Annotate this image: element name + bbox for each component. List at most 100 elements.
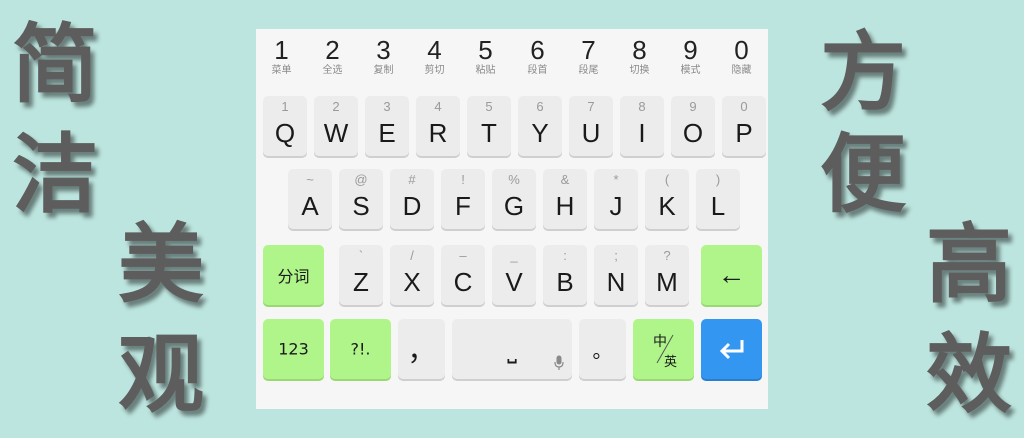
key-hint: ` — [358, 248, 364, 263]
key-t[interactable]: 5T — [467, 96, 511, 156]
space-bar[interactable]: ⎵ — [452, 319, 572, 379]
lang-en-label: 英 — [664, 355, 678, 370]
key-hint: 6 — [536, 99, 544, 114]
key-hint: 3 — [383, 99, 391, 114]
key-j[interactable]: * J — [594, 169, 638, 229]
num-key-8[interactable]: 8 切换 — [614, 35, 665, 89]
key-c[interactable]: – C — [441, 245, 485, 305]
key-hint: / — [410, 248, 414, 263]
key-letter: D — [402, 191, 422, 221]
key-letter: A — [301, 191, 319, 221]
key-q[interactable]: 1Q — [263, 96, 307, 156]
symbols-mode-label: ?!. — [350, 339, 371, 359]
key-z[interactable]: ` Z — [339, 245, 383, 305]
num-digit: 3 — [376, 35, 391, 65]
key-a[interactable]: ~ A — [288, 169, 332, 229]
num-sub-label: 段首 — [527, 65, 548, 76]
key-letter: Y — [531, 118, 549, 148]
key-hint: ; — [614, 248, 618, 263]
num-sub-label: 粘贴 — [475, 65, 496, 76]
side-char-gao: 高 — [926, 215, 1012, 315]
key-i[interactable]: 8I — [620, 96, 664, 156]
key-hint: 0 — [740, 99, 748, 114]
key-g[interactable]: % G — [492, 169, 536, 229]
enter-button[interactable] — [701, 319, 762, 379]
key-n[interactable]: ; N — [594, 245, 638, 305]
key-s[interactable]: @ S — [339, 169, 383, 229]
num-digit: 5 — [478, 35, 493, 65]
num-digit: 8 — [632, 35, 647, 65]
num-digit: 4 — [427, 35, 442, 65]
num-sub-label: 段尾 — [578, 65, 599, 76]
key-letter: J — [609, 191, 623, 221]
key-letter: I — [638, 118, 646, 148]
key-letter: O — [682, 118, 704, 148]
num-sub-label: 切换 — [629, 65, 650, 76]
num-key-2[interactable]: 2 全选 — [307, 35, 358, 89]
key-h[interactable]: & H — [543, 169, 587, 229]
side-char-bian: 便 — [820, 125, 906, 225]
num-key-6[interactable]: 6 段首 — [512, 35, 563, 89]
key-x[interactable]: / X — [390, 245, 434, 305]
num-key-5[interactable]: 5 粘贴 — [460, 35, 511, 89]
num-digit: 0 — [734, 35, 749, 65]
backspace-icon: ← — [717, 259, 746, 290]
key-f[interactable]: ! F — [441, 169, 485, 229]
key-letter: X — [403, 267, 421, 297]
key-e[interactable]: 3E — [365, 96, 409, 156]
num-key-3[interactable]: 3 复制 — [358, 35, 409, 89]
key-p[interactable]: 0P — [722, 96, 766, 156]
key-hint: * — [613, 172, 619, 187]
backspace-button[interactable]: ← — [701, 245, 762, 305]
key-hint: ~ — [306, 172, 314, 187]
key-letter: R — [428, 118, 448, 148]
num-digit: 7 — [581, 35, 596, 65]
key-o[interactable]: 9O — [671, 96, 715, 156]
microphone-icon[interactable] — [554, 355, 564, 371]
key-r[interactable]: 4R — [416, 96, 460, 156]
num-key-0[interactable]: 0 隐藏 — [716, 35, 767, 89]
segment-label: 分词 — [277, 267, 310, 286]
comma-key[interactable]: ， — [398, 319, 445, 379]
num-key-4[interactable]: 4 剪切 — [409, 35, 460, 89]
key-hint: 8 — [638, 99, 646, 114]
num-key-7[interactable]: 7 段尾 — [563, 35, 614, 89]
key-letter: C — [453, 267, 473, 297]
key-letter: V — [505, 267, 523, 297]
key-l[interactable]: ) L — [696, 169, 740, 229]
key-letter: F — [455, 191, 471, 221]
key-hint: ( — [664, 172, 670, 187]
key-hint: 2 — [332, 99, 340, 114]
language-toggle-button[interactable]: 中 英 — [633, 319, 694, 379]
num-sub-label: 全选 — [322, 65, 343, 76]
symbols-mode-button[interactable]: ?!. — [330, 319, 391, 379]
key-k[interactable]: (K — [645, 169, 689, 229]
key-m[interactable]: ? M — [645, 245, 689, 305]
key-b[interactable]: :B — [543, 245, 587, 305]
side-char-guan: 观 — [118, 325, 204, 425]
segment-button[interactable]: 分词 — [263, 245, 324, 305]
num-key-9[interactable]: 9 模式 — [665, 35, 716, 89]
key-hint: 5 — [485, 99, 493, 114]
numbers-mode-label: 123 — [278, 339, 309, 359]
num-digit: 9 — [683, 35, 698, 65]
key-v[interactable]: _ V — [492, 245, 536, 305]
side-char-jian: 简 — [12, 15, 98, 115]
key-w[interactable]: 2W — [314, 96, 358, 156]
key-u[interactable]: 7U — [569, 96, 613, 156]
num-key-1[interactable]: 1 菜单 — [256, 35, 307, 89]
key-hint: _ — [510, 248, 518, 263]
key-letter: K — [658, 191, 676, 221]
num-sub-label: 模式 — [680, 65, 701, 76]
period-key[interactable]: 。 — [579, 319, 626, 379]
key-hint: 1 — [281, 99, 289, 114]
key-letter: N — [606, 267, 626, 297]
key-y[interactable]: 6Y — [518, 96, 562, 156]
key-hint: % — [508, 172, 520, 187]
key-d[interactable]: # D — [390, 169, 434, 229]
key-letter: U — [581, 118, 601, 148]
key-hint: : — [563, 248, 567, 263]
key-letter: L — [710, 191, 726, 221]
side-char-xiao: 效 — [926, 325, 1012, 425]
numbers-mode-button[interactable]: 123 — [263, 319, 324, 379]
